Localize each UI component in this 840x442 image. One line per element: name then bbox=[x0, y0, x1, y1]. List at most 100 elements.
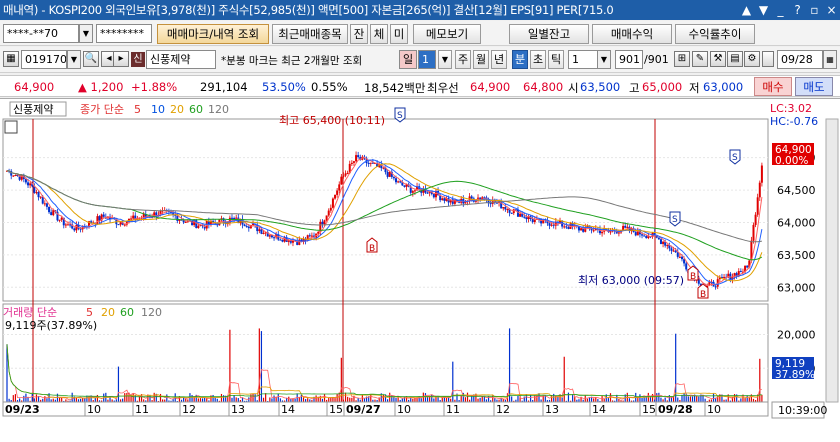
candle-up bbox=[52, 210, 55, 216]
chart-panel[interactable]: 신풍제약 종가 단순 5 10 20 60 120 LC:3.02 HC:-0.… bbox=[0, 98, 840, 442]
date-checkbox[interactable] bbox=[762, 51, 774, 67]
candle-up bbox=[336, 190, 339, 195]
table-icon[interactable]: ▤ bbox=[727, 51, 743, 67]
period-week-button[interactable]: 주 bbox=[455, 50, 471, 69]
period-year-button[interactable]: 년 bbox=[491, 50, 507, 69]
high-price: 65,000 bbox=[642, 80, 683, 94]
vertical-scrollbar[interactable] bbox=[825, 118, 839, 403]
table-toggle-icon[interactable] bbox=[4, 120, 18, 134]
time-tick-label: 14 bbox=[281, 403, 295, 416]
daily-balance-button[interactable]: 일별잔고 bbox=[509, 24, 589, 44]
arrow-right-icon[interactable]: ▸ bbox=[113, 51, 129, 67]
chart-icon[interactable]: ⊞ bbox=[674, 51, 690, 67]
unfilled-button[interactable]: 미 bbox=[390, 24, 408, 44]
date-input[interactable]: 09/28 bbox=[777, 50, 823, 69]
time-box-value: 10:39:00 bbox=[778, 404, 827, 417]
help-icon[interactable]: ? bbox=[789, 0, 806, 20]
gear-icon[interactable]: ⚙ bbox=[744, 51, 760, 67]
candle-up bbox=[342, 175, 345, 177]
arrow-up-icon[interactable]: ▲ bbox=[738, 0, 755, 20]
window-controls: ▲ ▼ _ ? ▫ × bbox=[734, 0, 840, 20]
recent-trades-button[interactable]: 최근매매종목 bbox=[272, 24, 348, 44]
candle-up bbox=[563, 226, 566, 228]
period-day-field[interactable]: 일 bbox=[399, 50, 417, 69]
candle-up bbox=[75, 224, 78, 231]
period-second-button[interactable]: 초 bbox=[530, 50, 546, 69]
return-trend-button[interactable]: 수익률추이 bbox=[675, 24, 755, 44]
candle-down bbox=[443, 198, 446, 201]
candle-up bbox=[550, 224, 553, 226]
volume: 291,104 bbox=[200, 80, 248, 94]
candle-up bbox=[310, 235, 313, 237]
sell-marker-label: S bbox=[397, 111, 403, 121]
candle-up bbox=[346, 172, 349, 174]
candle-up bbox=[20, 174, 23, 180]
candle-down bbox=[548, 223, 551, 226]
account-toolbar: ****-**70 ▼ ******** 매매마크/내역 조회 최근매매종목 잔… bbox=[0, 21, 840, 46]
sell-button[interactable]: 매도 bbox=[795, 77, 833, 96]
candle-up bbox=[331, 198, 334, 208]
candle-down bbox=[685, 263, 688, 270]
executed-button[interactable]: 체 bbox=[370, 24, 388, 44]
calendar-icon[interactable]: ▦ bbox=[823, 50, 837, 69]
sell-marker: S bbox=[669, 211, 681, 227]
candle-up bbox=[533, 219, 536, 223]
period-dropdown-icon[interactable]: ▼ bbox=[438, 50, 452, 69]
drawing-icon[interactable]: ✎ bbox=[692, 51, 708, 67]
interval-input[interactable]: 1 bbox=[568, 50, 598, 69]
stock-toolbar: ▦ 019170 ▼ 🔍 ◂ ▸ 신 신풍제약 *분봉 마크는 최근 2개월만 … bbox=[0, 47, 840, 73]
trade-mark-button[interactable]: 매매마크/내역 조회 bbox=[157, 24, 269, 44]
candle-down bbox=[357, 155, 360, 158]
count-input[interactable]: 901 bbox=[615, 50, 643, 69]
buy-button[interactable]: 매수 bbox=[754, 77, 792, 96]
arrow-down-icon[interactable]: ▼ bbox=[755, 0, 772, 20]
minute-mark-notice: *분봉 마크는 최근 2개월만 조회 bbox=[221, 55, 363, 67]
grid-icon[interactable]: ▦ bbox=[3, 51, 19, 67]
close-icon[interactable]: × bbox=[823, 0, 840, 20]
candle-up bbox=[123, 224, 126, 226]
period-minute-button[interactable]: 분 bbox=[512, 50, 528, 69]
interval-dropdown-icon[interactable]: ▼ bbox=[597, 50, 611, 69]
volume-value: 9,119주(37.89%) bbox=[5, 319, 97, 332]
price-chart[interactable]: 신풍제약 종가 단순 5 10 20 60 120 LC:3.02 HC:-0.… bbox=[0, 99, 840, 442]
credit-badge: 신 bbox=[131, 52, 145, 67]
sell-marker: S bbox=[394, 107, 406, 123]
price-tick-label: 63,500 bbox=[777, 249, 816, 262]
tools-icon[interactable]: ⚒ bbox=[710, 51, 726, 67]
account-select[interactable]: ****-**70 bbox=[3, 24, 79, 43]
candle-down bbox=[746, 265, 749, 268]
volume-ma20-line bbox=[6, 344, 762, 399]
period-value-field[interactable]: 1 bbox=[418, 50, 436, 69]
candle-down bbox=[680, 256, 683, 260]
candle-down bbox=[432, 194, 435, 198]
candle-up bbox=[64, 224, 67, 226]
current-price: 64,900 bbox=[14, 80, 55, 94]
stock-code-input[interactable]: 019170 bbox=[21, 50, 67, 69]
candle-down bbox=[27, 182, 30, 186]
buy-marker-label: B bbox=[369, 244, 375, 254]
balance-button[interactable]: 잔 bbox=[350, 24, 368, 44]
period-tick-button[interactable]: 틱 bbox=[548, 50, 564, 69]
trade-profit-button[interactable]: 매매수익 bbox=[592, 24, 672, 44]
open-price: 63,500 bbox=[580, 80, 621, 94]
legend-close-ma: 종가 단순 bbox=[80, 103, 124, 116]
candle-down bbox=[98, 216, 101, 221]
period-month-button[interactable]: 월 bbox=[473, 50, 489, 69]
account-dropdown-icon[interactable]: ▼ bbox=[79, 24, 93, 43]
memo-button[interactable]: 메모보기 bbox=[413, 24, 481, 44]
quote-bar: 64,900 ▲ 1,200 +1.88% 291,104 53.50% 0.5… bbox=[0, 75, 840, 97]
candle-up bbox=[39, 196, 42, 198]
code-dropdown-icon[interactable]: ▼ bbox=[67, 50, 81, 69]
candle-down bbox=[641, 234, 644, 236]
minimize-icon[interactable]: _ bbox=[772, 0, 789, 20]
candle-down bbox=[176, 215, 179, 221]
ma60-line bbox=[6, 170, 763, 261]
sell-marker-label: S bbox=[672, 215, 678, 225]
password-field[interactable]: ******** bbox=[96, 24, 152, 43]
search-icon[interactable]: 🔍 bbox=[83, 51, 99, 67]
restore-icon[interactable]: ▫ bbox=[806, 0, 823, 20]
price-tick-label: 64,500 bbox=[777, 184, 816, 197]
candle-down bbox=[645, 236, 648, 239]
candle-down bbox=[470, 196, 473, 199]
buy-marker-label: B bbox=[700, 290, 706, 300]
